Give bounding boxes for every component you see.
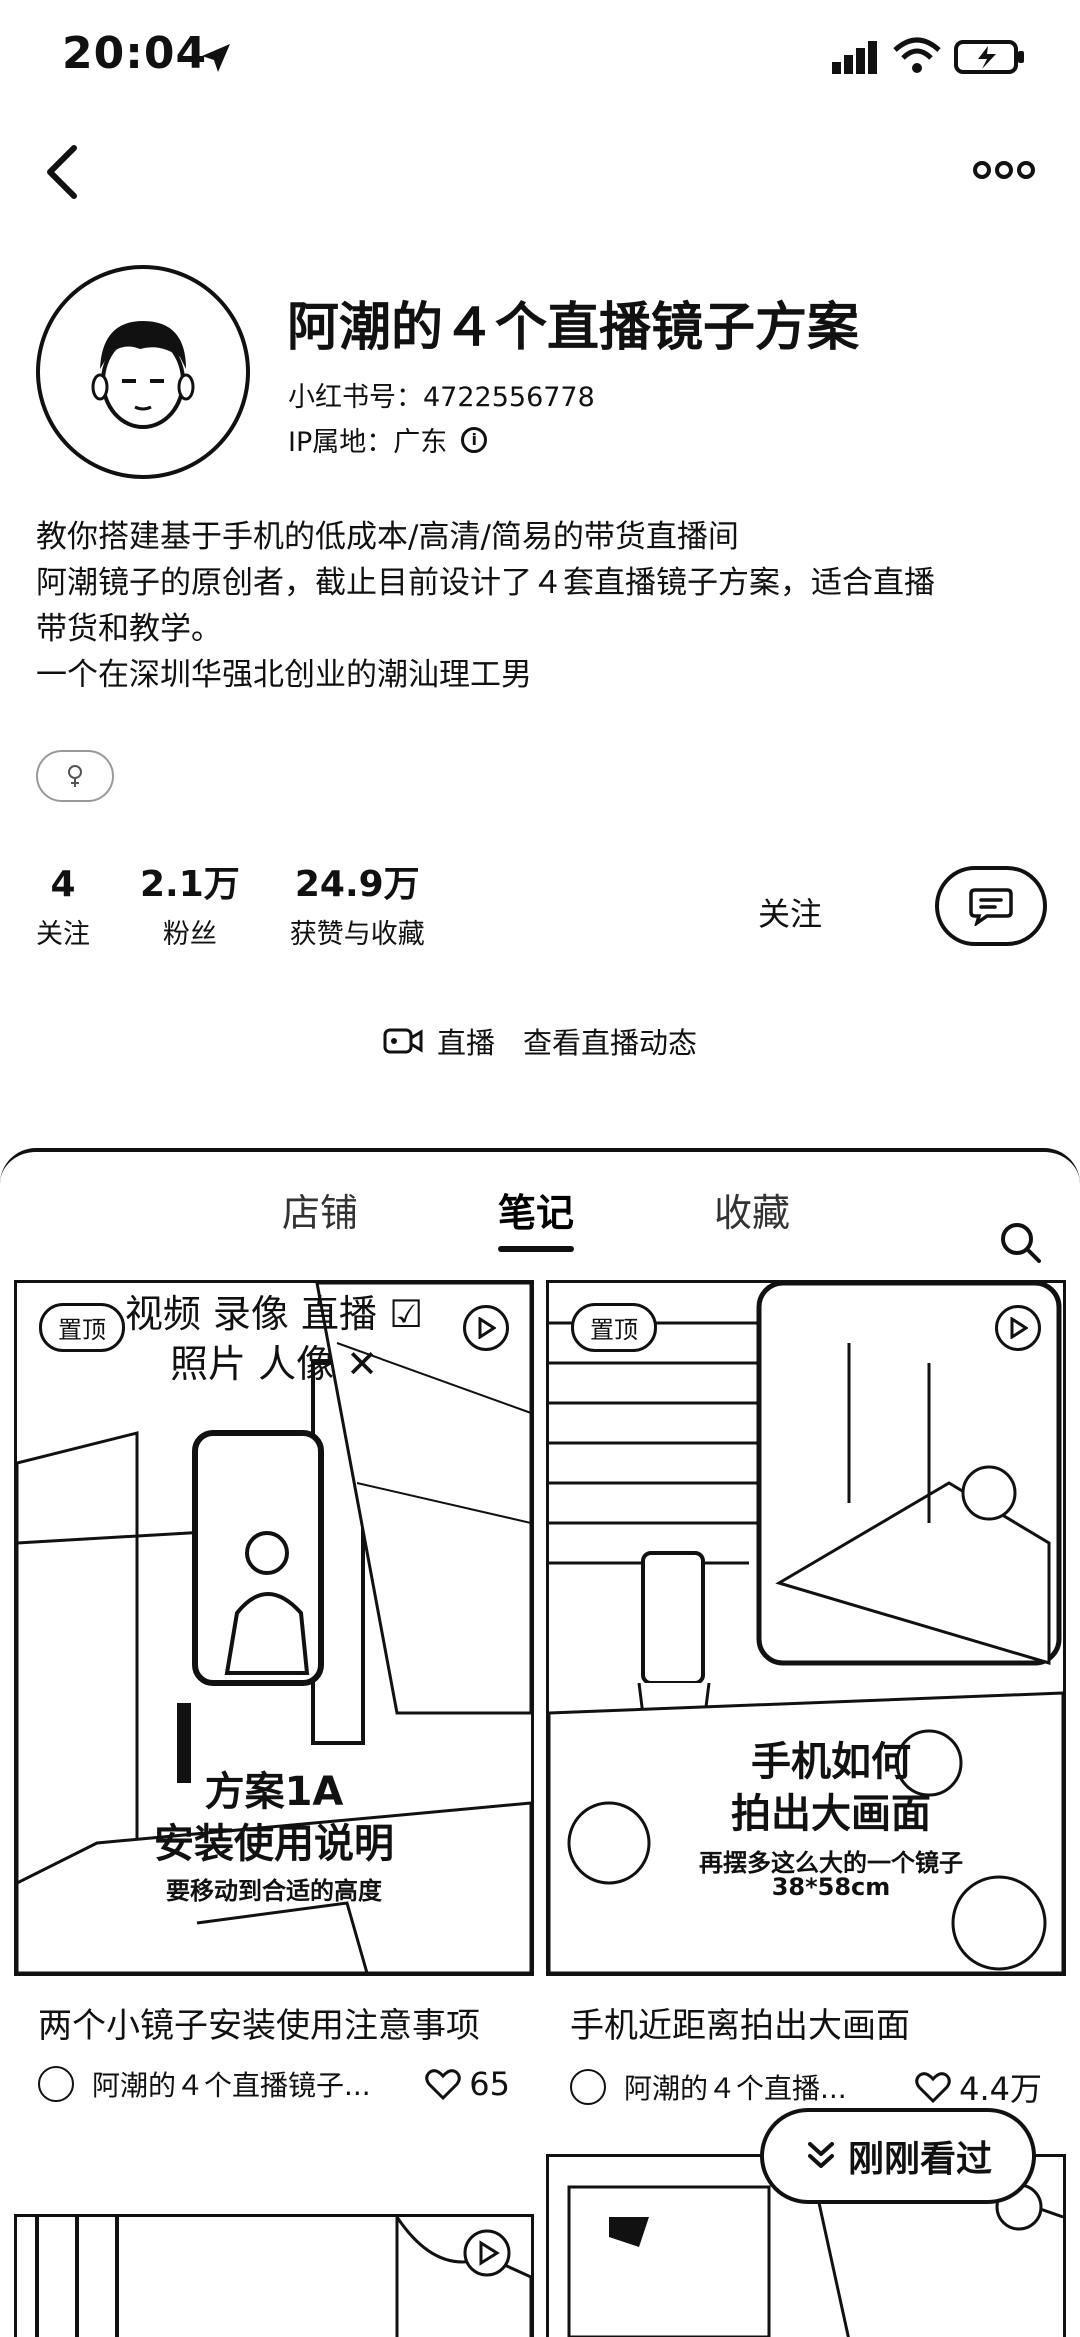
gender-icon	[68, 765, 82, 787]
status-bar: 20:04	[0, 0, 1080, 120]
cover-caption-top: 视频 录像 直播 ☑	[124, 1292, 424, 1336]
stat-following[interactable]: 4 关注	[36, 862, 90, 951]
heart-icon	[425, 2069, 462, 2100]
note-card[interactable]	[14, 2214, 534, 2337]
profile-name: 阿潮的４个直播镜子方案	[287, 298, 860, 358]
note-title[interactable]: 手机近距离拍出大画面	[546, 1976, 1066, 2052]
stat-followers[interactable]: 2.1万 粉丝	[140, 862, 240, 951]
chat-button[interactable]	[935, 866, 1047, 946]
cover-title-line1: 方案1A	[204, 1769, 344, 1815]
stat-label: 关注	[36, 919, 90, 950]
author-avatar[interactable]	[570, 2069, 606, 2105]
like-button[interactable]: 65	[425, 2065, 510, 2103]
back-button[interactable]	[36, 140, 88, 204]
note-meta: 阿潮的４个直播... 4.4万	[546, 2052, 1066, 2110]
cover-title-line1: 手机如何	[751, 1739, 911, 1785]
cover-subtitle: 要移动到合适的高度	[166, 1877, 382, 1905]
tab-shop[interactable]: 店铺	[282, 1182, 358, 1237]
tab-collections[interactable]: 收藏	[714, 1182, 790, 1237]
bio-line: 教你搭建基于手机的低成本/高清/简易的带货直播间	[36, 519, 739, 555]
heart-icon	[915, 2072, 951, 2103]
battery-charging-icon	[954, 40, 1024, 74]
ip-value: 广东	[393, 427, 448, 458]
stat-value: 24.9万	[294, 864, 420, 905]
bio-line: 阿潮镜子的原创者，截止目前设计了４套直播镜子方案，适合直播	[36, 565, 935, 601]
profile-ip: IP属地：广东 i	[288, 420, 488, 459]
chat-bubble-icon	[969, 888, 1013, 926]
like-button[interactable]: 4.4万	[915, 2064, 1042, 2110]
author-avatar[interactable]	[38, 2066, 74, 2102]
stat-label: 粉丝	[162, 919, 217, 950]
bio-line: 一个在深圳华强北创业的潮汕理工男	[36, 657, 532, 693]
like-count: 4.4万	[959, 2070, 1042, 2108]
cover-title-line2: 安装使用说明	[154, 1821, 394, 1867]
info-icon[interactable]: i	[461, 426, 488, 453]
status-time: 20:04	[62, 28, 208, 79]
profile-id-value: 4722556778	[423, 382, 595, 413]
wifi-icon	[893, 37, 941, 73]
avatar[interactable]	[36, 265, 250, 479]
stat-likes-collects[interactable]: 24.9万 获赞与收藏	[290, 862, 425, 951]
note-cover[interactable]	[17, 2217, 531, 2337]
live-updates-link[interactable]: 查看直播动态	[523, 1020, 697, 1062]
recently-viewed-label: 刚刚看过	[847, 2139, 992, 2180]
ip-label: IP属地：	[288, 427, 394, 458]
note-card[interactable]: 置顶 视频 录像 直播 ☑ 照片 人像 ✕ 方案1A 安装使用说明 要移动到合适…	[14, 1280, 534, 2104]
stat-value: 4	[50, 864, 76, 905]
note-meta: 阿潮的４个直播镜子... 65	[14, 2052, 534, 2104]
live-label: 直播	[436, 1026, 495, 1060]
stats-row: 4 关注 2.1万 粉丝 24.9万 获赞与收藏	[36, 862, 475, 951]
video-play-icon	[995, 1305, 1041, 1351]
tab-active-indicator	[498, 1246, 574, 1252]
cover-caption-top2: 照片 人像 ✕	[170, 1342, 378, 1386]
cartoon-face-icon	[91, 321, 195, 429]
author-name[interactable]: 阿潮的４个直播镜子...	[92, 2064, 425, 2104]
video-camera-icon	[383, 1028, 423, 1054]
pinned-badge: 置顶	[571, 1303, 657, 1352]
cellular-signal-icon	[832, 41, 877, 74]
gender-tag	[36, 750, 114, 802]
profile-id[interactable]: 小红书号：4722556778	[288, 375, 595, 414]
location-arrow-icon	[202, 44, 230, 72]
author-name[interactable]: 阿潮的４个直播...	[624, 2067, 915, 2107]
bio-line: 带货和教学。	[36, 611, 222, 647]
note-title[interactable]: 两个小镜子安装使用注意事项	[14, 1976, 534, 2052]
more-options-button[interactable]	[972, 150, 1036, 190]
double-chevron-down-icon	[807, 2142, 834, 2168]
note-card[interactable]: 置顶 手机如何 拍出大画面 再摆多这么大的一个镜子 38*58cm 手机近距离拍…	[546, 1280, 1066, 2110]
like-count: 65	[469, 2065, 510, 2103]
follow-button[interactable]: 关注	[655, 866, 925, 958]
bio: 教你搭建基于手机的低成本/高清/简易的带货直播间 阿潮镜子的原创者，截止目前设计…	[36, 514, 1046, 698]
search-icon[interactable]	[998, 1220, 1042, 1264]
stat-value: 2.1万	[140, 864, 240, 905]
profile-id-label: 小红书号：	[288, 382, 423, 413]
stat-label: 获赞与收藏	[289, 919, 425, 950]
note-cover[interactable]: 置顶 手机如何 拍出大画面 再摆多这么大的一个镜子 38*58cm	[546, 1280, 1066, 1976]
cover-subtitle2: 38*58cm	[771, 1873, 891, 1901]
recently-viewed-button[interactable]: 刚刚看过	[760, 2108, 1036, 2204]
tab-notes[interactable]: 笔记	[498, 1182, 574, 1237]
note-cover[interactable]: 置顶 视频 录像 直播 ☑ 照片 人像 ✕ 方案1A 安装使用说明 要移动到合适…	[14, 1280, 534, 1976]
live-row[interactable]: 直播 查看直播动态	[0, 1020, 1080, 1062]
cover-title-line2: 拍出大画面	[731, 1791, 931, 1837]
